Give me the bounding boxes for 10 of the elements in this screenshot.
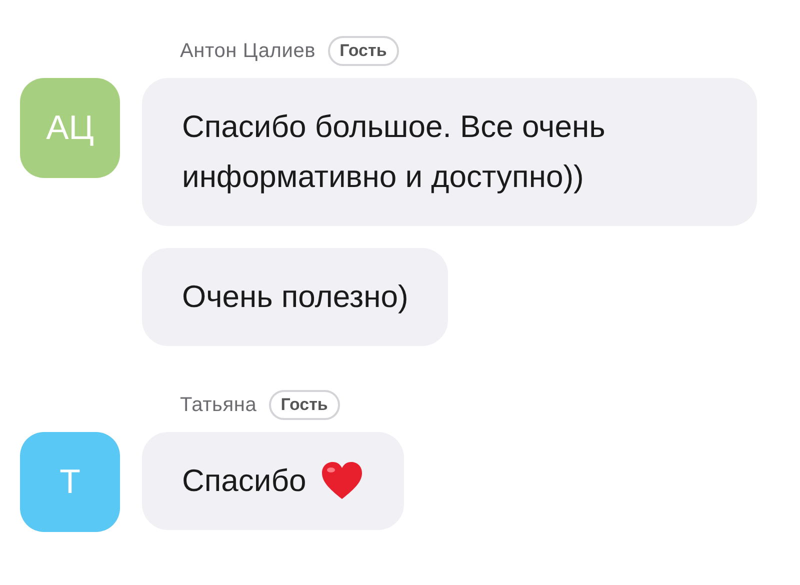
avatar: АЦ xyxy=(20,78,120,178)
message-bubble: Спасибо большое. Все очень информативно и доступно)) xyxy=(142,78,757,226)
avatar: Т xyxy=(20,432,120,532)
message-bubble: Очень полезно) xyxy=(142,248,448,346)
heart-icon xyxy=(320,461,364,501)
author-name: Антон Цалиев xyxy=(180,40,316,62)
guest-badge: Гость xyxy=(268,390,340,420)
message-bubble: Спасибо xyxy=(142,432,404,530)
guest-badge: Гость xyxy=(328,36,399,66)
author-name: Татьяна xyxy=(180,394,257,416)
